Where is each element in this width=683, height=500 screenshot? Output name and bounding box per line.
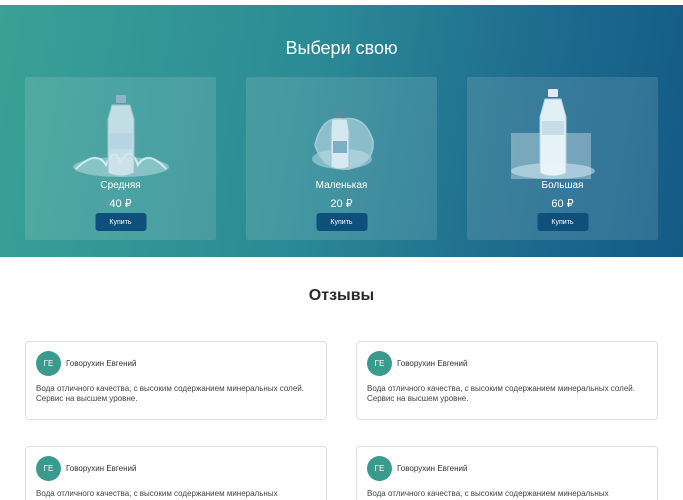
review-text: Вода отличного качества, с высоким содер…	[36, 384, 304, 403]
hero-section: Выбери свою Средняя 40 ₽ Купить Маленька…	[0, 5, 683, 257]
product-name: Большая	[541, 180, 584, 191]
product-name: Маленькая	[315, 180, 368, 191]
medium-bottle-image	[72, 95, 169, 177]
review-author: Говорухин Евгений	[397, 464, 468, 473]
avatar: ГЕ	[367, 456, 392, 481]
review-card: ГЕ Говорухин Евгений Вода отличного каче…	[356, 341, 658, 420]
product-price: 40 ₽	[109, 198, 132, 210]
buy-button-medium[interactable]: Купить	[95, 213, 146, 231]
review-card: ГЕ Говорухин Евгений Вода отличного каче…	[25, 341, 327, 420]
reviews-title: Отзывы	[308, 287, 375, 304]
review-text: Вода отличного качества, с высоким содер…	[367, 489, 609, 498]
product-card-medium: Средняя 40 ₽ Купить	[25, 77, 216, 240]
review-author: Говорухин Евгений	[66, 464, 137, 473]
large-bottle-image	[510, 89, 595, 179]
review-author: Говорухин Евгений	[397, 359, 468, 368]
review-text: Вода отличного качества, с высоким содер…	[36, 489, 278, 498]
product-card-large: Большая 60 ₽ Купить	[467, 77, 658, 240]
product-name: Средняя	[100, 180, 141, 191]
review-card: ГЕ Говорухин Евгений Вода отличного каче…	[25, 446, 327, 500]
avatar: ГЕ	[36, 456, 61, 481]
hero-title: Выбери свою	[285, 38, 398, 58]
small-bottle-image	[311, 111, 374, 170]
review-author: Говорухин Евгений	[66, 359, 137, 368]
product-price: 60 ₽	[551, 198, 574, 210]
review-text: Вода отличного качества, с высоким содер…	[367, 384, 635, 403]
avatar: ГЕ	[367, 351, 392, 376]
review-card: ГЕ Говорухин Евгений Вода отличного каче…	[356, 446, 658, 500]
avatar: ГЕ	[36, 351, 61, 376]
buy-button-small[interactable]: Купить	[316, 213, 367, 231]
product-card-small: Маленькая 20 ₽ Купить	[246, 77, 437, 240]
product-price: 20 ₽	[330, 198, 353, 210]
buy-button-large[interactable]: Купить	[537, 213, 588, 231]
